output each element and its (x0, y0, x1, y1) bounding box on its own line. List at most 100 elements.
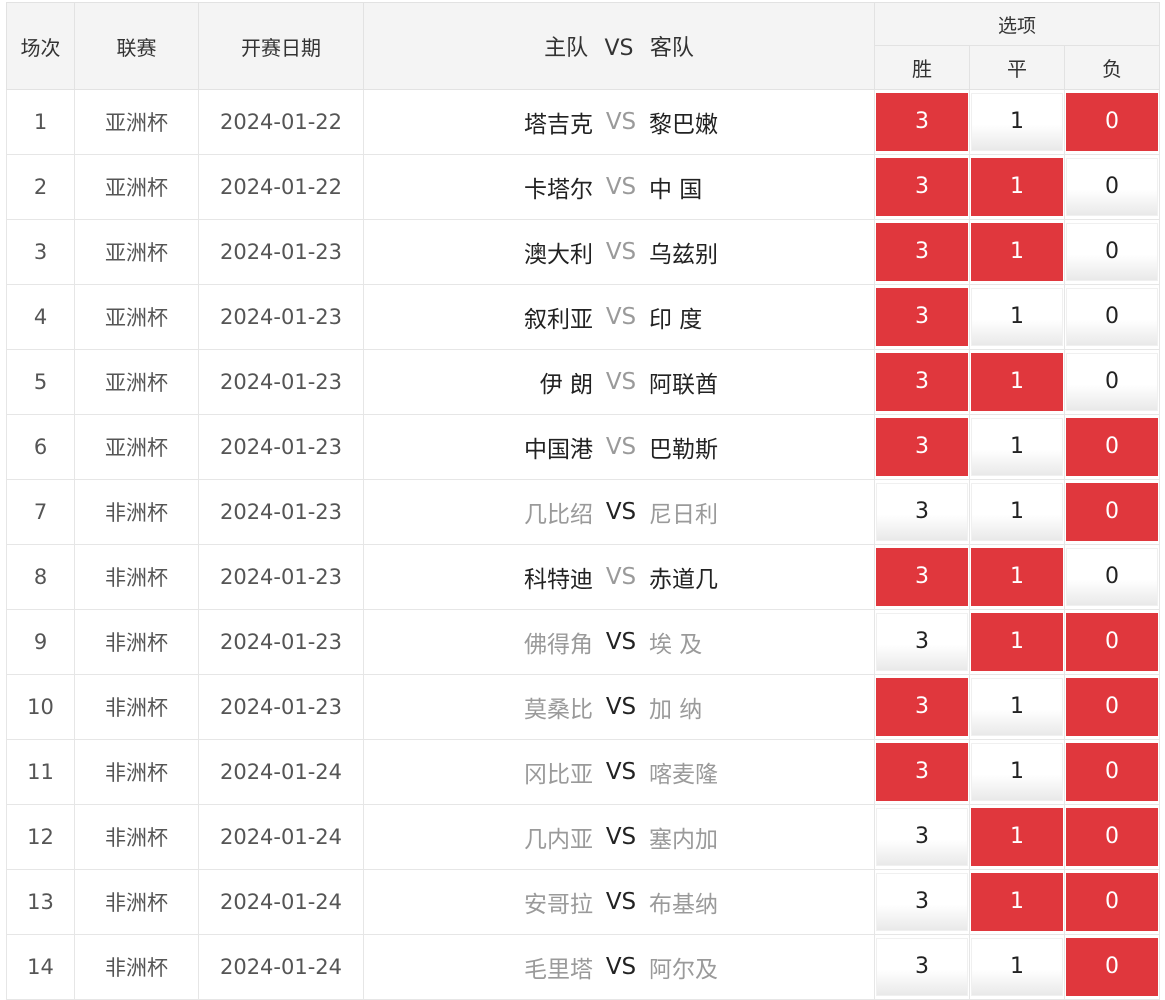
option-win-button[interactable]: 3 (876, 938, 968, 996)
option-win-button[interactable]: 3 (876, 873, 968, 931)
match-teams: 佛得角 VS 埃 及 (364, 625, 874, 659)
league-name: 非洲杯 (105, 956, 168, 980)
match-teams: 安哥拉 VS 布基纳 (364, 885, 874, 919)
option-win-button[interactable]: 3 (876, 743, 968, 801)
option-lose-button[interactable]: 0 (1066, 743, 1159, 801)
option-lose-cell: 0 (1063, 869, 1161, 935)
vs-label: VS (605, 694, 637, 720)
header-home: 主队 (544, 36, 589, 61)
option-lose-button[interactable]: 0 (1066, 548, 1159, 606)
match-date: 2024-01-23 (219, 435, 343, 459)
option-lose-button[interactable]: 0 (1066, 288, 1159, 346)
option-lose-button[interactable]: 0 (1066, 353, 1159, 411)
match-number: 2 (6, 154, 75, 220)
option-win-cell: 3 (874, 414, 970, 480)
match-table: 场次 联赛 开赛日期 主队 VS 客队 选项 胜 平 负 1 亚洲杯 2024-… (6, 2, 1161, 1000)
date-cell: 2024-01-23 (198, 349, 364, 415)
option-lose-button[interactable]: 0 (1066, 808, 1159, 866)
option-lose-button[interactable]: 0 (1066, 678, 1159, 736)
option-win-button[interactable]: 3 (876, 678, 968, 736)
header-options: 选项 (873, 2, 1161, 46)
match-number-text: 5 (33, 370, 48, 394)
option-win-button[interactable]: 3 (876, 158, 968, 216)
option-win-button[interactable]: 3 (876, 613, 968, 671)
away-team: 埃 及 (649, 632, 703, 658)
option-draw-button[interactable]: 1 (971, 288, 1063, 346)
option-draw-button[interactable]: 1 (971, 938, 1063, 996)
match-teams: 伊 朗 VS 阿联酋 (364, 365, 874, 399)
match-teams: 澳大利 VS 乌兹别 (364, 235, 874, 269)
option-draw-button[interactable]: 1 (971, 223, 1063, 281)
option-lose-cell: 0 (1063, 479, 1161, 545)
vs-label: VS (605, 434, 637, 460)
table-row: 12 非洲杯 2024-01-24 几内亚 VS 塞内加 3 1 0 (6, 804, 1161, 870)
option-draw-button[interactable]: 1 (971, 548, 1063, 606)
option-draw-button[interactable]: 1 (971, 418, 1063, 476)
option-lose-cell: 0 (1063, 544, 1161, 610)
match-number-text: 8 (33, 565, 48, 589)
match-teams: 卡塔尔 VS 中 国 (364, 170, 874, 204)
option-lose-button[interactable]: 0 (1066, 418, 1159, 476)
option-lose-cell: 0 (1063, 414, 1161, 480)
away-team: 塞内加 (649, 827, 718, 853)
match-number-text: 10 (27, 695, 54, 719)
option-win-button[interactable]: 3 (876, 353, 968, 411)
option-lose-button[interactable]: 0 (1066, 613, 1159, 671)
table-row: 4 亚洲杯 2024-01-23 叙利亚 VS 印 度 3 1 0 (6, 284, 1161, 350)
date-cell: 2024-01-23 (198, 414, 364, 480)
match-date: 2024-01-23 (219, 565, 343, 589)
option-win-button[interactable]: 3 (876, 418, 968, 476)
match-number: 4 (6, 284, 75, 350)
vs-label: VS (605, 174, 637, 200)
match-cell: 澳大利 VS 乌兹别 (363, 219, 875, 285)
header-date: 开赛日期 (198, 2, 364, 90)
option-draw-button[interactable]: 1 (971, 743, 1063, 801)
table-row: 8 非洲杯 2024-01-23 科特迪 VS 赤道几 3 1 0 (6, 544, 1161, 610)
match-table-container: 场次 联赛 开赛日期 主队 VS 客队 选项 胜 平 负 1 亚洲杯 2024-… (6, 2, 1161, 1000)
date-cell: 2024-01-24 (198, 869, 364, 935)
option-lose-button[interactable]: 0 (1066, 93, 1159, 151)
option-draw-button[interactable]: 1 (971, 613, 1063, 671)
match-number-text: 9 (33, 630, 48, 654)
option-win-button[interactable]: 3 (876, 288, 968, 346)
header-lose: 负 (1063, 45, 1161, 90)
option-draw-button[interactable]: 1 (971, 93, 1063, 151)
match-number: 9 (6, 609, 75, 675)
league-cell: 非洲杯 (74, 804, 199, 870)
away-team: 赤道几 (649, 567, 718, 593)
option-lose-button[interactable]: 0 (1066, 938, 1159, 996)
option-draw-button[interactable]: 1 (971, 353, 1063, 411)
vs-label: VS (605, 629, 637, 655)
option-win-button[interactable]: 3 (876, 808, 968, 866)
match-number-text: 4 (33, 305, 48, 329)
option-win-cell: 3 (874, 154, 970, 220)
option-draw-button[interactable]: 1 (971, 483, 1063, 541)
table-row: 10 非洲杯 2024-01-23 莫桑比 VS 加 纳 3 1 0 (6, 674, 1161, 740)
league-cell: 亚洲杯 (74, 349, 199, 415)
option-win-cell: 3 (874, 544, 970, 610)
option-lose-cell: 0 (1063, 739, 1161, 805)
league-cell: 亚洲杯 (74, 414, 199, 480)
option-win-button[interactable]: 3 (876, 548, 968, 606)
match-number-text: 7 (33, 500, 48, 524)
option-lose-cell: 0 (1063, 89, 1161, 155)
option-draw-button[interactable]: 1 (971, 158, 1063, 216)
league-cell: 非洲杯 (74, 674, 199, 740)
option-win-button[interactable]: 3 (876, 93, 968, 151)
option-draw-button[interactable]: 1 (971, 808, 1063, 866)
option-lose-button[interactable]: 0 (1066, 223, 1159, 281)
match-number-text: 13 (27, 890, 54, 914)
option-draw-button[interactable]: 1 (971, 873, 1063, 931)
option-lose-button[interactable]: 0 (1066, 158, 1159, 216)
option-draw-button[interactable]: 1 (971, 678, 1063, 736)
home-team: 几比绍 (524, 502, 593, 528)
match-teams: 冈比亚 VS 喀麦隆 (364, 755, 874, 789)
option-win-cell: 3 (874, 869, 970, 935)
league-name: 亚洲杯 (105, 176, 168, 200)
option-lose-button[interactable]: 0 (1066, 483, 1159, 541)
option-win-button[interactable]: 3 (876, 223, 968, 281)
option-lose-button[interactable]: 0 (1066, 873, 1159, 931)
away-team: 阿尔及 (649, 957, 718, 983)
option-win-button[interactable]: 3 (876, 483, 968, 541)
home-team: 莫桑比 (524, 697, 593, 723)
